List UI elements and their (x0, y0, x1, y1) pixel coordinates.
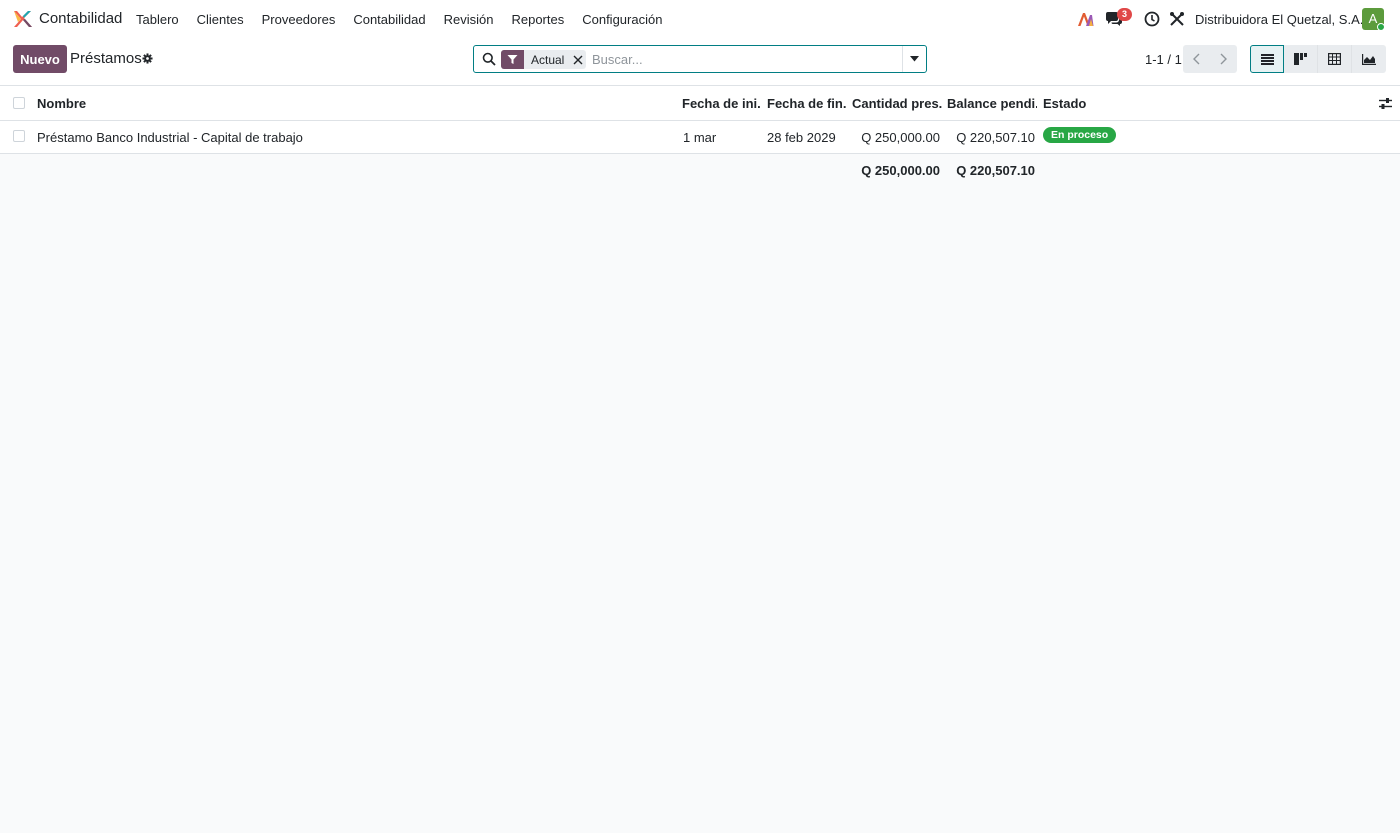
status-badge: En proceso (1043, 127, 1117, 143)
cell-balance: Q 220,507.10 (956, 130, 1035, 145)
menu-item-reportes[interactable]: Reportes (511, 12, 564, 27)
list-view-icon (1260, 53, 1274, 65)
table-header: Nombre Fecha de ini... Fecha de fin... C… (0, 86, 1400, 121)
top-navbar: Contabilidad Tablero Clientes Proveedore… (0, 0, 1400, 38)
row-checkbox[interactable] (13, 130, 25, 142)
activity-clock-icon[interactable] (1144, 11, 1160, 27)
cell-fecha-fin: 28 feb 2029 (767, 130, 836, 145)
pager-value[interactable]: 1-1 / 1 (1145, 52, 1182, 67)
total-balance: Q 220,507.10 (956, 163, 1035, 178)
chevron-left-icon (1193, 53, 1200, 65)
online-status-dot (1377, 23, 1385, 31)
app-name[interactable]: Contabilidad (39, 10, 122, 27)
menu-item-configuracion[interactable]: Configuración (582, 12, 662, 27)
filter-icon (501, 50, 524, 69)
company-switcher[interactable]: Distribuidora El Quetzal, S.A. (1195, 12, 1363, 27)
facet-label: Actual (531, 52, 565, 67)
kanban-view-button[interactable] (1284, 45, 1318, 73)
view-switcher (1250, 45, 1386, 73)
select-all-checkbox[interactable] (13, 97, 25, 109)
search-options-toggle[interactable] (902, 46, 926, 72)
total-cantidad: Q 250,000.00 (861, 163, 940, 178)
menu-item-revision[interactable]: Revisión (444, 12, 494, 27)
facet-remove-icon[interactable] (570, 50, 586, 69)
gear-icon[interactable] (142, 53, 153, 64)
pivot-table-icon (1328, 53, 1341, 65)
graph-view-button[interactable] (1352, 45, 1386, 73)
caret-down-icon (910, 56, 919, 62)
pivot-view-button[interactable] (1318, 45, 1352, 73)
column-header-cantidad[interactable]: Cantidad pres... (852, 96, 942, 111)
main-menu: Tablero Clientes Proveedores Contabilida… (136, 12, 680, 27)
column-header-fecha-fin[interactable]: Fecha de fin... (767, 96, 847, 111)
chat-count-badge: 3 (1117, 8, 1132, 21)
table-footer-totals: Q 250,000.00 Q 220,507.10 (0, 155, 1400, 185)
cell-fecha-inicio: 1 mar (683, 130, 717, 145)
page-title: Préstamos (70, 50, 142, 67)
column-header-balance[interactable]: Balance pendi... (947, 96, 1037, 111)
column-header-estado[interactable]: Estado (1043, 96, 1123, 111)
optional-columns-icon[interactable] (1379, 97, 1392, 110)
menu-item-tablero[interactable]: Tablero (136, 12, 179, 27)
menu-item-proveedores[interactable]: Proveedores (262, 12, 336, 27)
column-header-nombre[interactable]: Nombre (37, 96, 337, 111)
table-row[interactable]: Préstamo Banco Industrial - Capital de t… (0, 121, 1400, 154)
kanban-view-icon (1294, 53, 1307, 65)
menu-item-contabilidad[interactable]: Contabilidad (353, 12, 425, 27)
list-view-button[interactable] (1250, 45, 1284, 73)
column-header-fecha-inicio[interactable]: Fecha de ini... (682, 96, 760, 111)
new-button[interactable]: Nuevo (13, 45, 67, 73)
cell-cantidad: Q 250,000.00 (861, 130, 940, 145)
search-facet: Actual (501, 50, 587, 69)
search-bar: Actual (473, 45, 927, 73)
ai-assistant-icon[interactable] (1077, 11, 1094, 27)
pager-next-button[interactable] (1210, 45, 1237, 73)
app-logo-icon[interactable] (12, 10, 32, 28)
debug-tools-icon[interactable] (1169, 11, 1185, 27)
search-input[interactable] (592, 50, 892, 69)
area-chart-icon (1362, 53, 1376, 65)
cell-nombre: Préstamo Banco Industrial - Capital de t… (37, 130, 303, 145)
chevron-right-icon (1220, 53, 1227, 65)
control-panel: Nuevo Préstamos Actual Buscar... 1-1 / 1 (0, 38, 1400, 86)
menu-item-clientes[interactable]: Clientes (197, 12, 244, 27)
search-icon[interactable] (482, 52, 496, 66)
pager-previous-button[interactable] (1183, 45, 1210, 73)
